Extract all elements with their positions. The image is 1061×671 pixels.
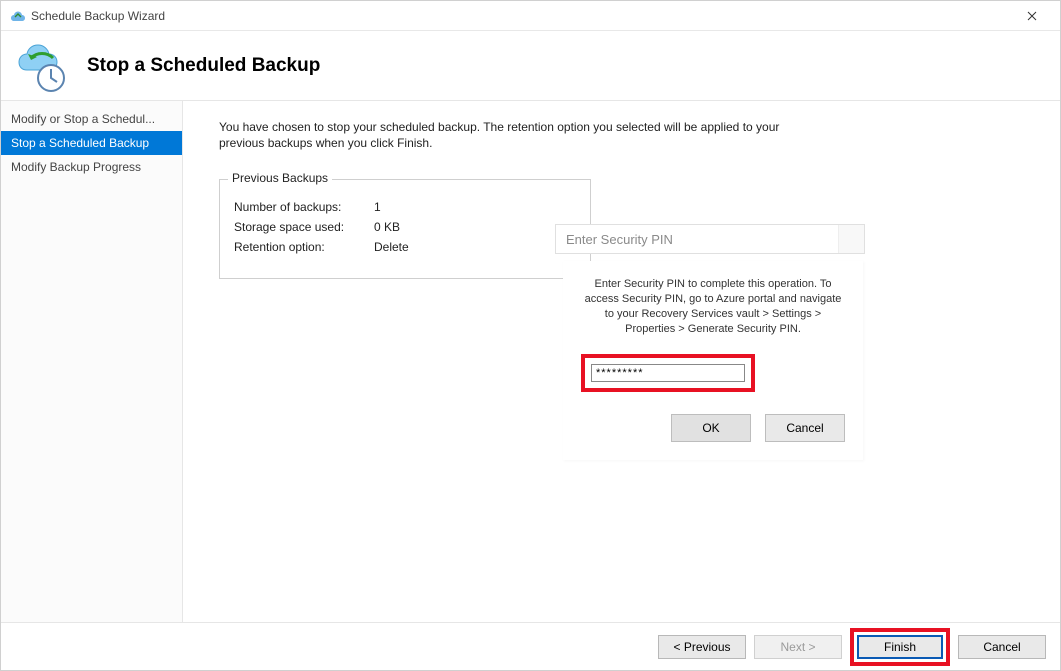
finish-button[interactable]: Finish bbox=[857, 635, 943, 659]
titlebar: Schedule Backup Wizard bbox=[1, 1, 1060, 31]
pin-toggle-icon[interactable] bbox=[838, 225, 864, 253]
pin-instruction-text: Enter Security PIN to complete this oper… bbox=[581, 277, 845, 336]
header: Stop a Scheduled Backup bbox=[1, 31, 1060, 101]
sidebar-item-stop-backup[interactable]: Stop a Scheduled Backup bbox=[1, 131, 182, 155]
row-number-of-backups: Number of backups: 1 bbox=[234, 200, 576, 214]
row-retention-option: Retention option: Delete bbox=[234, 240, 576, 254]
pin-modal-buttons: OK Cancel bbox=[581, 414, 845, 442]
sidebar-item-label: Stop a Scheduled Backup bbox=[11, 136, 149, 150]
sidebar-item-label: Modify Backup Progress bbox=[11, 160, 141, 174]
next-button: Next > bbox=[754, 635, 842, 659]
sidebar-item-modify-progress[interactable]: Modify Backup Progress bbox=[1, 155, 182, 179]
value: 1 bbox=[374, 200, 381, 214]
backup-clock-icon bbox=[13, 38, 69, 94]
pin-cancel-button[interactable]: Cancel bbox=[765, 414, 845, 442]
previous-button[interactable]: < Previous bbox=[658, 635, 746, 659]
page-title: Stop a Scheduled Backup bbox=[87, 55, 320, 77]
sidebar-item-label: Modify or Stop a Schedul... bbox=[11, 112, 155, 126]
pin-modal: Enter Security PIN to complete this oper… bbox=[563, 261, 863, 460]
app-icon bbox=[9, 8, 25, 24]
label: Storage space used: bbox=[234, 220, 374, 234]
pin-placeholder-text: Enter Security PIN bbox=[556, 232, 838, 247]
main-panel: You have chosen to stop your scheduled b… bbox=[183, 101, 1060, 622]
pin-ok-button[interactable]: OK bbox=[671, 414, 751, 442]
group-legend: Previous Backups bbox=[228, 171, 332, 185]
previous-backups-group: Previous Backups Number of backups: 1 St… bbox=[219, 179, 591, 279]
window-title: Schedule Backup Wizard bbox=[31, 9, 1012, 23]
close-icon bbox=[1027, 11, 1037, 21]
pin-placeholder-bar[interactable]: Enter Security PIN bbox=[555, 224, 865, 254]
value: Delete bbox=[374, 240, 409, 254]
sidebar: Modify or Stop a Schedul... Stop a Sched… bbox=[1, 101, 183, 622]
label: Number of backups: bbox=[234, 200, 374, 214]
finish-highlight: Finish bbox=[850, 628, 950, 666]
sidebar-item-modify-or-stop[interactable]: Modify or Stop a Schedul... bbox=[1, 107, 182, 131]
security-pin-input[interactable] bbox=[591, 364, 745, 382]
body: Modify or Stop a Schedul... Stop a Sched… bbox=[1, 101, 1060, 622]
intro-text: You have chosen to stop your scheduled b… bbox=[219, 119, 789, 151]
footer: < Previous Next > Finish Cancel bbox=[1, 622, 1060, 670]
cancel-button[interactable]: Cancel bbox=[958, 635, 1046, 659]
label: Retention option: bbox=[234, 240, 374, 254]
close-button[interactable] bbox=[1012, 2, 1052, 30]
wizard-window: Schedule Backup Wizard Stop a Scheduled … bbox=[0, 0, 1061, 671]
value: 0 KB bbox=[374, 220, 400, 234]
pin-input-highlight bbox=[581, 354, 755, 392]
row-storage-used: Storage space used: 0 KB bbox=[234, 220, 576, 234]
